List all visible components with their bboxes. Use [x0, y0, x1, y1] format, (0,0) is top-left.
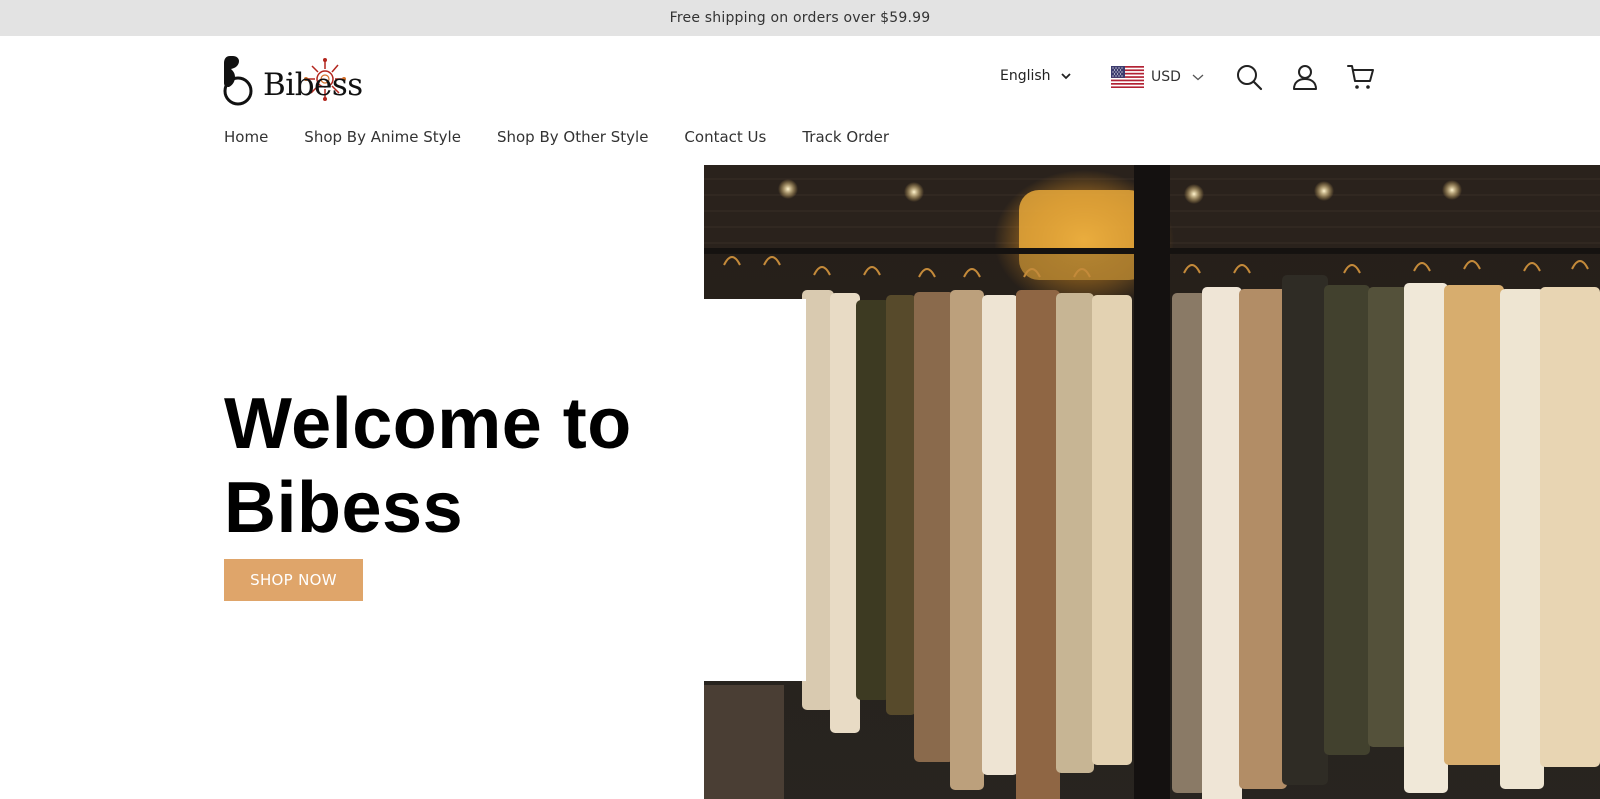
hero-title-line2: Bibess — [224, 468, 464, 548]
logo-text: Bibess — [263, 67, 363, 103]
hero-title-line1: Welcome to — [224, 384, 632, 464]
announcement-bar: Free shipping on orders over $59.99 — [0, 0, 1600, 36]
currency-label: USD — [1151, 69, 1181, 85]
language-selector[interactable]: English — [1000, 68, 1071, 84]
currency-selector[interactable]: USD — [1111, 66, 1204, 88]
site-header: Bibess English USD Home Shop By Anime St… — [0, 36, 1600, 164]
chevron-down-icon — [1060, 73, 1071, 80]
shop-now-button[interactable]: SHOP NOW — [224, 559, 363, 601]
hero-image — [704, 165, 1600, 799]
account-icon[interactable] — [1291, 63, 1319, 91]
language-label: English — [1000, 68, 1051, 84]
nav-item-contact-us[interactable]: Contact Us — [684, 128, 766, 146]
nav-item-home[interactable]: Home — [224, 128, 268, 146]
nav-item-track-order[interactable]: Track Order — [802, 128, 889, 146]
nav-item-shop-by-anime-style[interactable]: Shop By Anime Style — [304, 128, 461, 146]
announcement-text: Free shipping on orders over $59.99 — [669, 10, 931, 26]
hero-image-notch — [704, 299, 806, 681]
logo-mark-icon — [223, 56, 253, 106]
cart-icon[interactable] — [1347, 63, 1375, 91]
chevron-down-icon — [1192, 74, 1204, 81]
us-flag-icon — [1111, 66, 1144, 88]
search-icon[interactable] — [1235, 63, 1263, 91]
nav-item-shop-by-other-style[interactable]: Shop By Other Style — [497, 128, 648, 146]
main-nav: Home Shop By Anime Style Shop By Other S… — [224, 128, 889, 146]
hero-title: Welcome to Bibess — [224, 382, 704, 550]
clothing-rack-photo — [704, 165, 1600, 799]
site-logo[interactable]: Bibess — [223, 53, 363, 107]
